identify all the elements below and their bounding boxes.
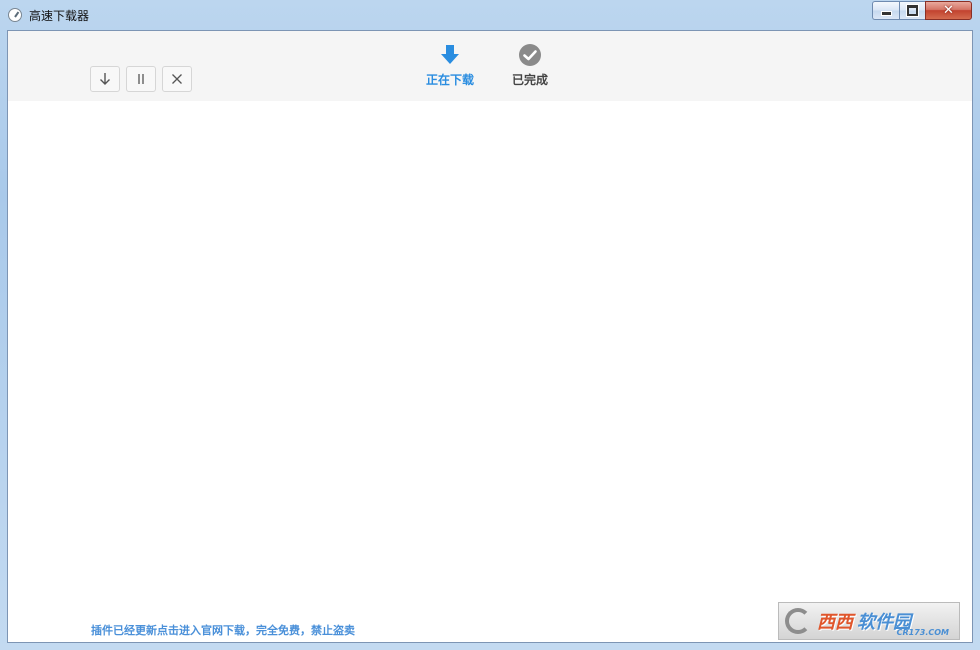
close-icon — [172, 74, 182, 84]
toolbar: 正在下载 已完成 — [8, 31, 972, 101]
maximize-icon — [906, 4, 919, 17]
pause-icon — [138, 74, 144, 84]
tab-completed-label: 已完成 — [511, 73, 548, 87]
watermark-site: CR173.COM — [896, 628, 949, 637]
watermark-brand: 西西 — [817, 612, 853, 633]
cancel-button[interactable] — [162, 66, 192, 92]
main-panel: 正在下载 已完成 插件已经更新点击进入官网下载，完全免费，禁止盗卖 西西 软件园… — [7, 30, 973, 643]
window-title: 高速下载器 — [29, 9, 90, 23]
logo-c-icon — [785, 608, 811, 634]
minimize-icon — [880, 10, 892, 16]
update-notice-link[interactable]: 插件已经更新点击进入官网下载，完全免费，禁止盗卖 — [91, 622, 355, 638]
tab-downloading[interactable]: 正在下载 — [415, 43, 485, 88]
close-window-button[interactable]: ✕ — [925, 1, 972, 20]
start-download-button[interactable] — [90, 66, 120, 92]
tab-downloading-label: 正在下载 — [425, 73, 474, 87]
arrow-down-icon — [100, 73, 110, 85]
tab-completed[interactable]: 已完成 — [495, 43, 565, 88]
close-icon: ✕ — [943, 3, 954, 18]
speedometer-icon — [8, 8, 22, 22]
minimize-button[interactable] — [872, 1, 899, 20]
window-controls: ✕ — [872, 1, 972, 20]
title-bar[interactable]: 高速下载器 ✕ — [0, 0, 980, 30]
pause-button[interactable] — [126, 66, 156, 92]
download-arrow-icon — [441, 45, 459, 64]
maximize-button[interactable] — [899, 1, 925, 20]
check-circle-icon — [519, 44, 541, 66]
watermark-logo: 西西 软件园 CR173.COM — [778, 602, 960, 640]
